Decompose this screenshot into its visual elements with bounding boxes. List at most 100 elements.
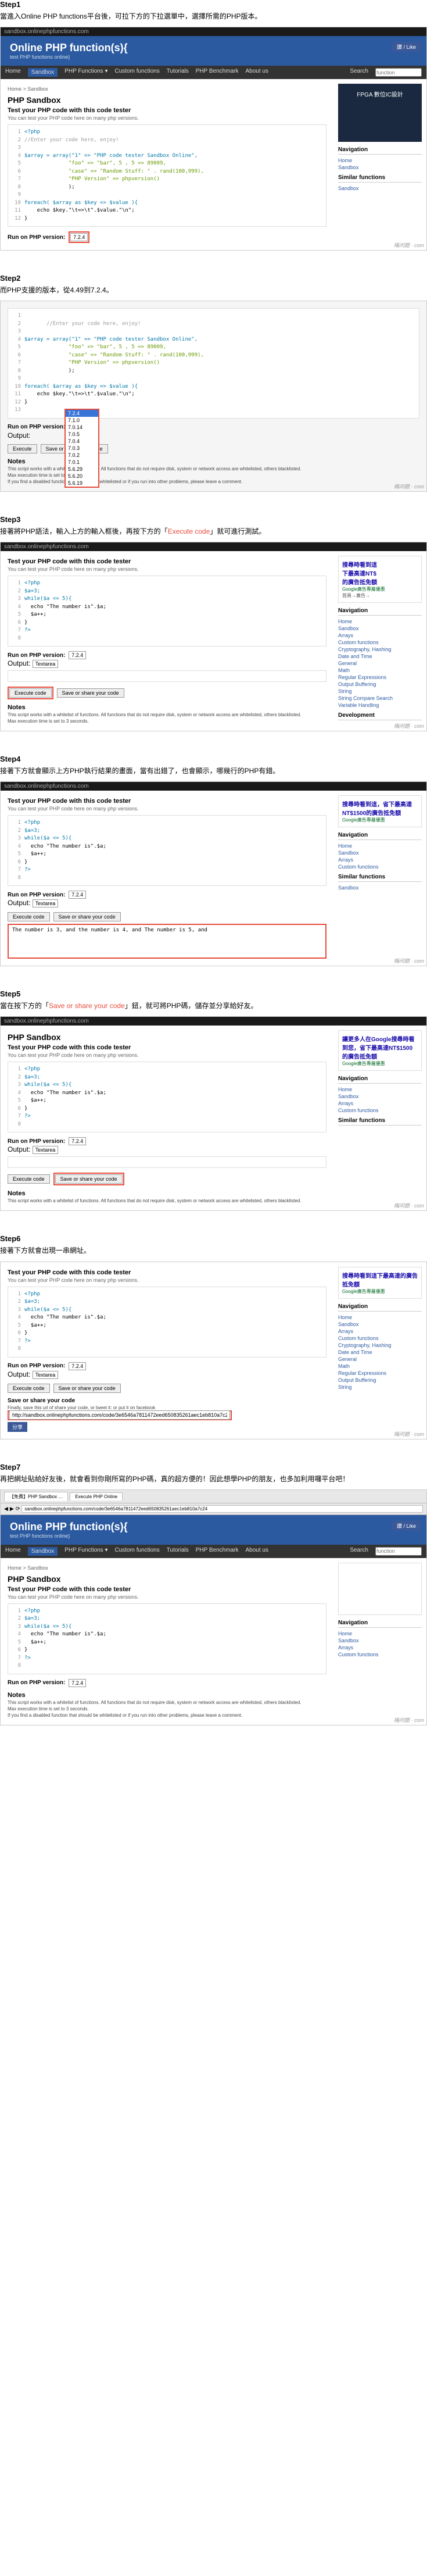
sidenav-link[interactable]: Regular Expressions bbox=[338, 674, 422, 681]
nav-search-input[interactable] bbox=[375, 1547, 422, 1556]
nav-about[interactable]: About us bbox=[245, 68, 268, 77]
nav-sandbox[interactable]: Sandbox bbox=[28, 1547, 58, 1556]
code-editor[interactable]: 1 2 //Enter your code here, enjoy! 3 4$a… bbox=[8, 308, 419, 419]
sidenav-link[interactable]: Home bbox=[338, 1630, 422, 1637]
nav-tutorials[interactable]: Tutorials bbox=[167, 1547, 189, 1556]
save-button[interactable]: Save or share your code bbox=[55, 1174, 123, 1184]
sidenav-link[interactable]: Sandbox bbox=[338, 185, 422, 192]
textarea-toggle[interactable]: Textarea bbox=[33, 660, 59, 668]
nav-phpfn[interactable]: PHP Functions ▾ bbox=[64, 1547, 107, 1556]
ad-google[interactable]: 讓更多人在Google搜尋時看到您，省下最高達NT$1500的廣告抵免額 Goo… bbox=[338, 1030, 422, 1071]
browser-tab[interactable]: Execute PHP Online bbox=[70, 1492, 123, 1500]
sidenav-link[interactable]: Sandbox bbox=[338, 1321, 422, 1328]
save-button[interactable]: Save or share your code bbox=[53, 912, 121, 921]
ad-fpga[interactable]: FPGA 數位IC設計 bbox=[338, 84, 422, 142]
version-select[interactable]: 7.2.4 bbox=[69, 651, 86, 659]
textarea-toggle[interactable]: Textarea bbox=[33, 1371, 59, 1379]
sidenav-link[interactable]: Sandbox bbox=[338, 849, 422, 856]
nav-home[interactable]: Home bbox=[5, 68, 21, 77]
nav-bench[interactable]: PHP Benchmark bbox=[196, 1547, 239, 1556]
sidenav-link[interactable]: Custom functions bbox=[338, 863, 422, 870]
sidenav-link[interactable]: Sandbox bbox=[338, 1637, 422, 1644]
code-editor[interactable]: 1<?php 2//Enter your code here, enjoy! 3… bbox=[8, 124, 326, 227]
nav-tutorials[interactable]: Tutorials bbox=[167, 68, 189, 77]
nav-bench[interactable]: PHP Benchmark bbox=[196, 68, 239, 77]
sidenav-link[interactable]: Custom functions bbox=[338, 1335, 422, 1342]
sidenav-link[interactable]: Date and Time bbox=[338, 653, 422, 660]
nav-custom[interactable]: Custom functions bbox=[114, 1547, 159, 1556]
sidenav-link[interactable]: Sandbox bbox=[338, 1093, 422, 1100]
ad-google[interactable]: 搜尋時看到這，省下最高達NT$1500的廣告抵免額 Google廣告專屬優惠 bbox=[338, 795, 422, 827]
sidenav-link[interactable]: Arrays bbox=[338, 1100, 422, 1107]
save-button[interactable]: Save or share your code bbox=[57, 688, 124, 698]
textarea-toggle[interactable]: Textarea bbox=[33, 1146, 59, 1154]
sidenav-link[interactable]: General bbox=[338, 660, 422, 667]
code-editor[interactable]: 1<?php 2$a=3; 3while($a <= 5){ 4 echo "T… bbox=[8, 1603, 326, 1674]
forward-icon[interactable]: ▶ bbox=[10, 1506, 14, 1512]
sidenav-link[interactable]: Sandbox bbox=[338, 625, 422, 632]
fb-share-button[interactable]: 分享 bbox=[8, 1422, 27, 1432]
version-select[interactable]: 7.2.4 bbox=[69, 1679, 86, 1687]
code-editor[interactable]: 1<?php 2$a=3; 3while($a <= 5){ 4 echo "T… bbox=[8, 1062, 326, 1132]
sidenav-link[interactable]: Home bbox=[338, 618, 422, 625]
sidenav-link[interactable]: Home bbox=[338, 157, 422, 164]
version-select[interactable]: 7.2.4 bbox=[69, 891, 86, 899]
nav-home[interactable]: Home bbox=[5, 1547, 21, 1556]
sidenav-link[interactable]: Home bbox=[338, 1086, 422, 1093]
execute-button[interactable]: Execute bbox=[8, 444, 37, 453]
version-select[interactable]: 7.2.4 bbox=[70, 233, 88, 241]
fb-like-button[interactable]: 讚 / Like bbox=[392, 1521, 421, 1531]
sidenav-link[interactable]: Custom functions bbox=[338, 1107, 422, 1114]
sidenav-link[interactable]: Custom functions bbox=[338, 1651, 422, 1658]
sidenav-link[interactable]: Output Buffering bbox=[338, 1377, 422, 1384]
sidenav-link[interactable]: Home bbox=[338, 1314, 422, 1321]
sidenav-link[interactable]: Output Buffering bbox=[338, 681, 422, 688]
version-select[interactable]: 7.2.4 bbox=[69, 1362, 86, 1370]
sidenav-link[interactable]: Arrays bbox=[338, 856, 422, 863]
ad-google[interactable]: 搜尋時看到這下最高達的廣告抵免額 Google廣告專屬優惠 bbox=[338, 1267, 422, 1299]
ad-google[interactable] bbox=[338, 1563, 422, 1615]
ad-google[interactable]: 搜尋時看到這 下最高達NT$ 的廣告抵免額 Google廣告專屬優惠 首頁→廣告… bbox=[338, 556, 422, 603]
sidenav-link[interactable]: Variable Handling bbox=[338, 702, 422, 709]
code-editor[interactable]: 1<?php 2$a=3; 3while($a <= 5){ 4 echo "T… bbox=[8, 576, 326, 646]
sidenav-link[interactable]: Cryptography, Hashing bbox=[338, 646, 422, 653]
version-dropdown[interactable]: 7.2.4 7.1.0 7.0.14 7.0.5 7.0.4 7.0.3 7.0… bbox=[64, 409, 99, 488]
nav-search-input[interactable] bbox=[375, 68, 422, 77]
nav-phpfn[interactable]: PHP Functions ▾ bbox=[64, 68, 107, 77]
reload-icon[interactable]: ⟳ bbox=[16, 1506, 20, 1512]
sidenav-link[interactable]: Date and Time bbox=[338, 1349, 422, 1356]
execute-button[interactable]: Execute code bbox=[8, 1384, 50, 1393]
textarea-toggle[interactable]: Textarea bbox=[33, 899, 59, 908]
sidenav-link[interactable]: Sandbox bbox=[338, 164, 422, 171]
version-select[interactable]: 7.2.4 bbox=[69, 1137, 86, 1145]
sidenav-link[interactable]: String bbox=[338, 688, 422, 695]
sidenav-link[interactable]: Arrays bbox=[338, 1328, 422, 1335]
sidenav-link[interactable]: General bbox=[338, 1356, 422, 1363]
sidenav-sim-heading: Similar functions bbox=[338, 1117, 422, 1126]
nav-custom[interactable]: Custom functions bbox=[114, 68, 159, 77]
nav-sandbox[interactable]: Sandbox bbox=[28, 68, 58, 77]
sidenav-link[interactable]: Math bbox=[338, 1363, 422, 1370]
share-url-input[interactable] bbox=[9, 1410, 230, 1420]
sidenav-link[interactable]: Arrays bbox=[338, 632, 422, 639]
execute-button[interactable]: Execute code bbox=[9, 688, 52, 698]
sidenav-link[interactable]: String bbox=[338, 1384, 422, 1391]
execute-button[interactable]: Execute code bbox=[8, 1174, 50, 1184]
sidenav-link[interactable]: Math bbox=[338, 667, 422, 674]
browser-url[interactable]: sandbox.onlinephpfunctions.com/code/3e65… bbox=[21, 1505, 423, 1513]
code-editor[interactable]: 1<?php 2$a=3; 3while($a <= 5){ 4 echo "T… bbox=[8, 1287, 326, 1357]
execute-button[interactable]: Execute code bbox=[8, 912, 50, 921]
sidenav-link[interactable]: Sandbox bbox=[338, 884, 422, 891]
save-button[interactable]: Save or share your code bbox=[53, 1384, 121, 1393]
nav-about[interactable]: About us bbox=[245, 1547, 268, 1556]
sidenav-link[interactable]: Cryptography, Hashing bbox=[338, 1342, 422, 1349]
browser-tab[interactable]: 【免費】PHP Sandbox … bbox=[4, 1492, 68, 1501]
sidenav-link[interactable]: Regular Expressions bbox=[338, 1370, 422, 1377]
sidenav-link[interactable]: Home bbox=[338, 842, 422, 849]
code-editor[interactable]: 1<?php 2$a=3; 3while($a <= 5){ 4 echo "T… bbox=[8, 815, 326, 886]
sidenav-link[interactable]: Arrays bbox=[338, 1644, 422, 1651]
sidenav-link[interactable]: String Compare Search bbox=[338, 695, 422, 702]
sidenav-link[interactable]: Custom functions bbox=[338, 639, 422, 646]
back-icon[interactable]: ◀ bbox=[4, 1506, 8, 1512]
fb-like-button[interactable]: 讚 / Like bbox=[392, 42, 421, 52]
